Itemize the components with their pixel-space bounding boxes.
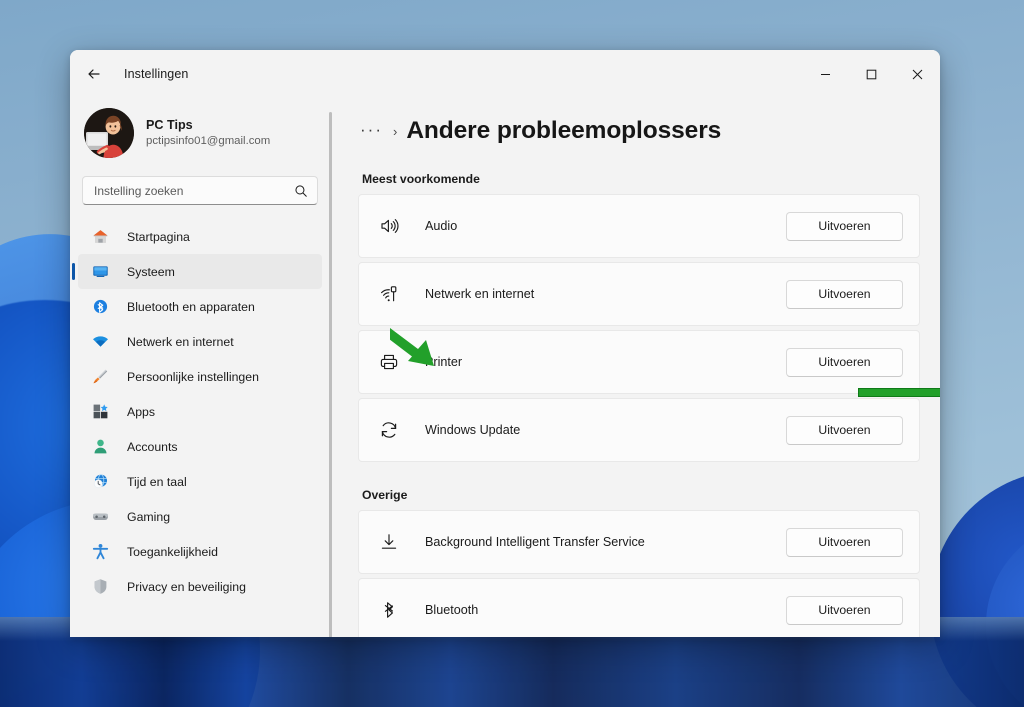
sidebar-item-label: Startpagina: [127, 229, 190, 244]
account-meta: PC Tips pctipsinfo01@gmail.com: [146, 117, 270, 149]
account-email: pctipsinfo01@gmail.com: [146, 135, 271, 148]
run-button[interactable]: Uitvoeren: [786, 527, 903, 557]
section-label-common: Meest voorkomende: [362, 172, 480, 186]
sidebar-item-label: Privacy en beveiliging: [127, 579, 246, 594]
shield-icon: [92, 578, 109, 595]
settings-window: Instellingen PC Tips pctipsinfo01@gmail.…: [70, 50, 940, 637]
run-button[interactable]: Uitvoeren: [786, 595, 903, 625]
sidebar-nav: Startpagina Systeem Bluetooth en apparat…: [70, 219, 332, 604]
page-title: Andere probleemoplossers: [406, 117, 722, 144]
sidebar-item-label: Bluetooth en apparaten: [127, 299, 255, 314]
bluetooth-icon: [92, 298, 109, 315]
troubleshooter-list-common: Audio Uitvoeren Netwerk en internet Uitv…: [358, 194, 920, 462]
sidebar-item-label: Accounts: [127, 439, 178, 454]
window-title: Instellingen: [124, 67, 189, 81]
troubleshooter-row-bits[interactable]: Background Intelligent Transfer Service …: [358, 510, 920, 574]
avatar: [84, 108, 134, 158]
troubleshooter-row-windows-update[interactable]: Windows Update Uitvoeren: [358, 398, 920, 462]
sidebar-item-privacy-en-beveiliging[interactable]: Privacy en beveiliging: [78, 569, 322, 604]
troubleshooter-row-audio[interactable]: Audio Uitvoeren: [358, 194, 920, 258]
bluetooth-icon: [379, 600, 399, 620]
troubleshooter-row-printer[interactable]: Printer Uitvoeren: [358, 330, 920, 394]
printer-icon: [379, 352, 399, 372]
troubleshooter-row-bluetooth[interactable]: Bluetooth Uitvoeren: [358, 578, 920, 637]
wifi-icon: [92, 333, 109, 350]
sidebar-item-label: Tijd en taal: [127, 474, 187, 489]
troubleshooter-label: Printer: [425, 355, 463, 369]
window-controls: [802, 50, 940, 98]
sidebar-item-label: Netwerk en internet: [127, 334, 234, 349]
sidebar-item-systeem[interactable]: Systeem: [72, 254, 322, 289]
breadcrumb-overflow-button[interactable]: ···: [360, 121, 383, 138]
main-content: ··· › Andere probleemoplossers Meest voo…: [332, 98, 940, 637]
search-box[interactable]: [82, 176, 318, 205]
minimize-icon: [820, 73, 830, 75]
user-avatar-icon: [84, 108, 134, 158]
apps-icon: [92, 403, 109, 420]
home-icon: [92, 228, 109, 245]
sidebar-item-label: Apps: [127, 404, 156, 419]
run-button[interactable]: Uitvoeren: [786, 415, 903, 445]
title-bar: Instellingen: [70, 50, 940, 98]
run-button[interactable]: Uitvoeren: [786, 211, 903, 241]
account-block[interactable]: PC Tips pctipsinfo01@gmail.com: [70, 98, 332, 160]
sidebar: PC Tips pctipsinfo01@gmail.com Instellin…: [70, 98, 332, 637]
run-button[interactable]: Uitvoeren: [786, 347, 903, 377]
run-button[interactable]: Uitvoeren: [786, 279, 903, 309]
minimize-button[interactable]: [802, 50, 848, 98]
back-button[interactable]: [78, 58, 110, 90]
troubleshooter-row-netwerk-en-internet[interactable]: Netwerk en internet Uitvoeren: [358, 262, 920, 326]
close-icon: [912, 69, 922, 79]
account-name: PC Tips: [146, 118, 193, 133]
maximize-button[interactable]: [848, 50, 894, 98]
window-body: PC Tips pctipsinfo01@gmail.com Instellin…: [70, 98, 940, 637]
sidebar-item-label: Systeem: [127, 264, 175, 279]
sidebar-item-accounts[interactable]: Accounts: [78, 429, 322, 464]
sidebar-item-label: Persoonlijke instellingen: [127, 369, 259, 384]
troubleshooter-label: Windows Update: [425, 423, 521, 437]
person-icon: [92, 438, 109, 455]
search-icon: [295, 184, 307, 197]
sidebar-item-netwerk-en-internet[interactable]: Netwerk en internet: [78, 324, 322, 359]
sidebar-item-toegankelijkheid[interactable]: Toegankelijkheid: [78, 534, 322, 569]
paintbrush-icon: [92, 368, 109, 385]
troubleshooter-label: Background Intelligent Transfer Service: [425, 535, 645, 549]
desktop-background: Instellingen PC Tips pctipsinfo01@gmail.…: [0, 0, 1024, 707]
section-label-other: Overige: [362, 488, 408, 502]
clock-globe-icon: [92, 473, 109, 490]
maximize-icon: [866, 69, 876, 79]
download-icon: [379, 532, 399, 552]
sidebar-item-apps[interactable]: Apps: [78, 394, 322, 429]
highlight-underline: [858, 388, 940, 397]
accessibility-icon: [92, 543, 109, 560]
gamepad-icon: [92, 508, 109, 525]
close-button[interactable]: [894, 50, 940, 98]
sidebar-item-persoonlijke-instellingen[interactable]: Persoonlijke instellingen: [78, 359, 322, 394]
network-signal-icon: [379, 284, 399, 304]
sidebar-item-startpagina[interactable]: Startpagina: [78, 219, 322, 254]
chevron-right-icon: ›: [392, 123, 398, 139]
troubleshooter-label: Netwerk en internet: [425, 287, 535, 301]
troubleshooter-label: Bluetooth: [425, 603, 479, 617]
speaker-icon: [379, 216, 399, 236]
sidebar-item-bluetooth-en-apparaten[interactable]: Bluetooth en apparaten: [78, 289, 322, 324]
troubleshooter-label: Audio: [425, 219, 458, 233]
troubleshooter-list-other: Background Intelligent Transfer Service …: [358, 510, 920, 637]
search-input[interactable]: [94, 183, 294, 198]
monitor-icon: [92, 263, 109, 280]
sidebar-item-label: Gaming: [127, 509, 171, 524]
sidebar-item-gaming[interactable]: Gaming: [78, 499, 322, 534]
sidebar-item-tijd-en-taal[interactable]: Tijd en taal: [78, 464, 322, 499]
sidebar-item-label: Toegankelijkheid: [127, 544, 218, 559]
refresh-icon: [379, 420, 399, 440]
breadcrumb: ··· › Andere probleemoplossers: [358, 98, 920, 164]
back-arrow-icon: [88, 69, 100, 79]
